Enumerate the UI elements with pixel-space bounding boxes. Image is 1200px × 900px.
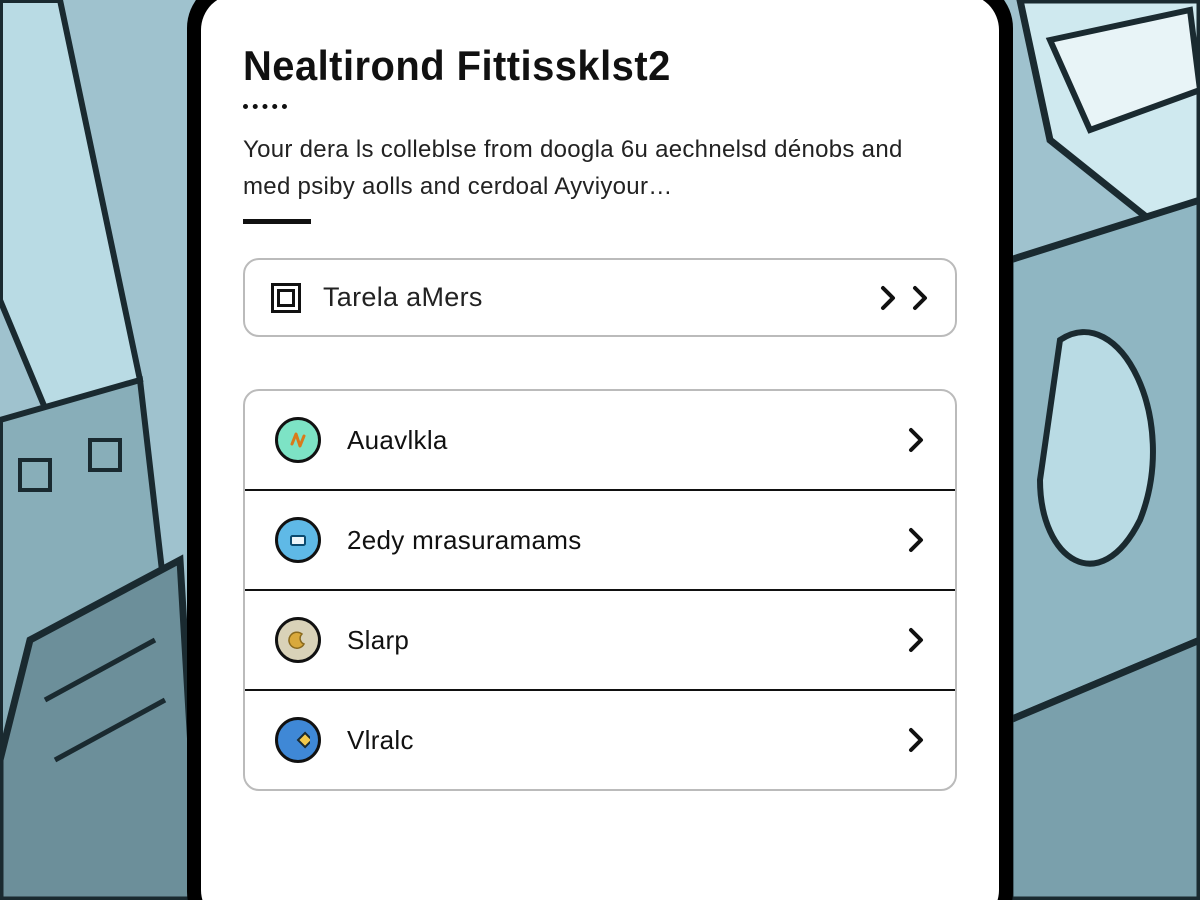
category-label: Vlralc	[347, 725, 907, 756]
screen: Nealtirond Fittissklst2 Your dera ls col…	[201, 0, 999, 900]
chevron-group	[879, 284, 929, 312]
category-row-activity[interactable]: Auavlkla	[245, 391, 955, 489]
page-description: Your dera ls colleblse from doogla 6u ae…	[243, 131, 957, 205]
category-row-body[interactable]: 2edy mrasuramams	[245, 489, 955, 589]
vitals-icon	[275, 717, 321, 763]
category-row-sleep[interactable]: Slarp	[245, 589, 955, 689]
primary-row[interactable]: Tarela aMers	[245, 260, 955, 335]
activity-icon	[275, 417, 321, 463]
category-label: 2edy mrasuramams	[347, 525, 907, 556]
category-label: Auavlkla	[347, 425, 907, 456]
category-list: Auavlkla 2edy mrasuramams Slarp	[243, 389, 957, 791]
description-underline	[243, 219, 311, 224]
body-icon	[275, 517, 321, 563]
chevron-right-icon	[907, 526, 925, 554]
chevron-right-icon	[911, 284, 929, 312]
primary-label: Tarela aMers	[323, 282, 879, 313]
category-label: Slarp	[347, 625, 907, 656]
chevron-right-icon	[879, 284, 897, 312]
chevron-right-icon	[907, 626, 925, 654]
chevron-right-icon	[907, 426, 925, 454]
page-title: Nealtirond Fittissklst2	[243, 42, 921, 90]
chevron-right-icon	[907, 726, 925, 754]
category-row-vitals[interactable]: Vlralc	[245, 689, 955, 789]
device-frame: Nealtirond Fittissklst2 Your dera ls col…	[187, 0, 1013, 900]
list-square-icon	[271, 283, 301, 313]
title-divider	[243, 104, 287, 109]
sleep-icon	[275, 617, 321, 663]
primary-card: Tarela aMers	[243, 258, 957, 337]
